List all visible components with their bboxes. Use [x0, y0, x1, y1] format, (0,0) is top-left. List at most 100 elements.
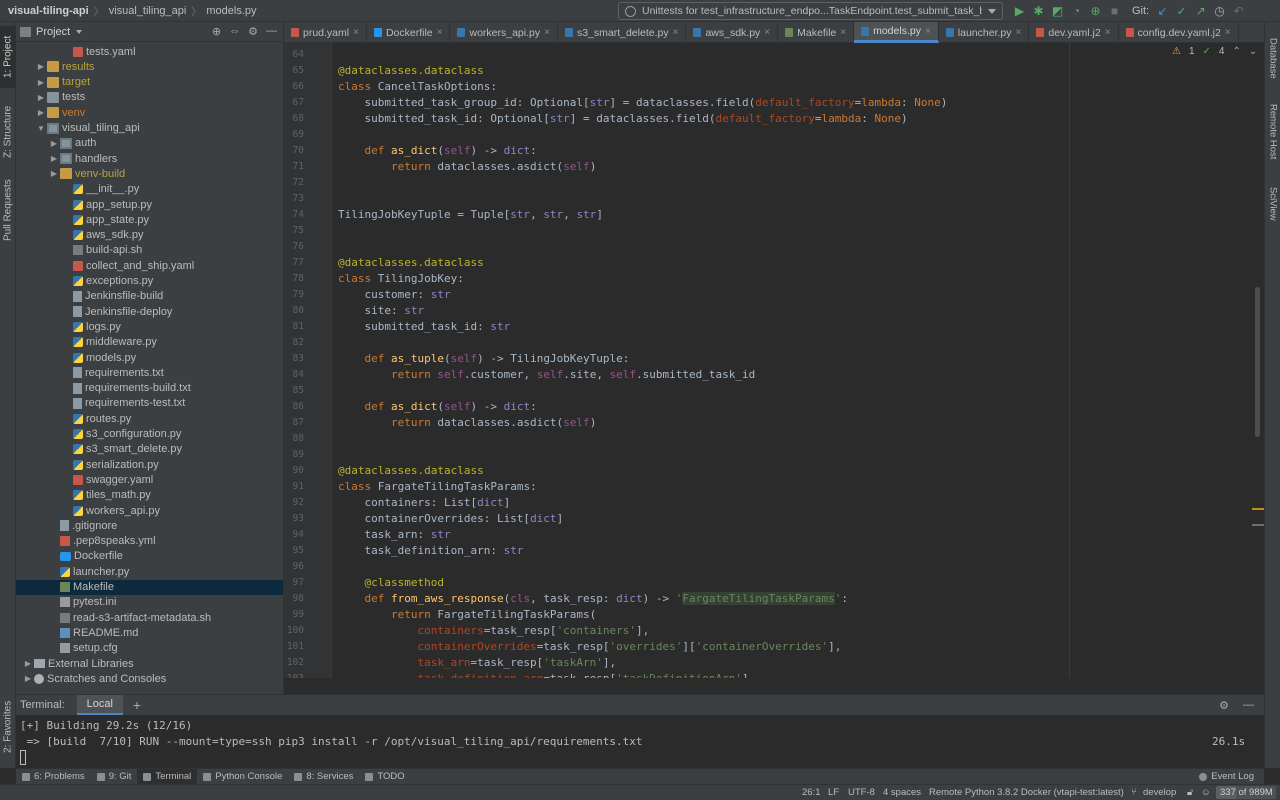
tree-file-row[interactable]: Jenkinsfile-deploy	[16, 304, 283, 319]
code-editor[interactable]: 64 65 66 67 68 69 70 71 72 73 74 75 76 77 78 79 80 81 82 83…	[284, 43, 1264, 678]
breadcrumb-project[interactable]: visual-tiling-api	[8, 5, 89, 17]
code-line[interactable]: task_arn=task_resp['taskArn'],	[338, 655, 616, 671]
tree-folder-row[interactable]: ▶ Scratches and Consoles	[16, 671, 283, 686]
tree-file-row[interactable]: read-s3-artifact-metadata.sh	[16, 610, 283, 625]
code-line[interactable]: class TilingJobKey:	[338, 271, 464, 287]
tree-file-row[interactable]: requirements.txt	[16, 365, 283, 380]
tree-file-row[interactable]: s3_configuration.py	[16, 427, 283, 442]
editor-tab[interactable]: launcher.py ×	[939, 22, 1030, 43]
code-line[interactable]: containers=task_resp['containers'],	[338, 623, 649, 639]
close-icon[interactable]: ×	[1016, 27, 1022, 38]
chevron-right-icon[interactable]: ▶	[35, 108, 47, 117]
terminal-cursor[interactable]	[20, 750, 26, 765]
code-line[interactable]: customer: str	[338, 287, 450, 303]
code-line[interactable]: task_arn: str	[338, 527, 450, 543]
code-line[interactable]: return FargateTilingTaskParams(	[338, 607, 596, 623]
close-icon[interactable]: ×	[764, 27, 770, 38]
tree-file-row[interactable]: s3_smart_delete.py	[16, 442, 283, 457]
tree-folder-row[interactable]: ▶ auth	[16, 136, 283, 151]
pull-requests-tool-tab[interactable]: Pull Requests	[0, 174, 16, 246]
tree-file-row[interactable]: README.md	[16, 625, 283, 640]
tree-file-row[interactable]: Dockerfile	[16, 549, 283, 564]
code-line[interactable]: class FargateTilingTaskParams:	[338, 479, 537, 495]
structure-tool-tab[interactable]: Z: Structure	[0, 94, 16, 170]
project-tool-tab[interactable]: 1: Project	[0, 26, 16, 88]
run-configuration-select[interactable]: Unittests for test_infrastructure_endpo.…	[618, 2, 1003, 20]
tree-file-row[interactable]: logs.py	[16, 319, 283, 334]
terminal-tab-local[interactable]: Local	[76, 695, 123, 715]
tree-file-row[interactable]: tests.yaml	[16, 44, 283, 59]
chevron-up-icon[interactable]: ⌃	[1232, 46, 1240, 57]
git-commit-icon[interactable]: ✓	[1172, 0, 1191, 22]
collapse-all-icon[interactable]: ⇔	[229, 25, 240, 38]
chevron-right-icon[interactable]: ▶	[48, 169, 60, 178]
tool-window-tab[interactable]: 8: Services	[288, 769, 359, 785]
tree-folder-row[interactable]: ▶ tests	[16, 90, 283, 105]
chevron-right-icon[interactable]: ▶	[48, 139, 60, 148]
tree-file-row[interactable]: launcher.py	[16, 564, 283, 579]
code-line[interactable]: def as_dict(self) -> dict:	[338, 143, 536, 159]
tree-file-row[interactable]: app_state.py	[16, 212, 283, 227]
event-log-button[interactable]: Event Log	[1199, 771, 1264, 782]
rollback-icon[interactable]: ↶	[1229, 0, 1248, 22]
code-line[interactable]: submitted_task_id: str	[338, 319, 510, 335]
hide-icon[interactable]: —	[1243, 699, 1254, 712]
favorites-tool-tab[interactable]: 2: Favorites	[0, 694, 16, 760]
tree-file-row[interactable]: models.py	[16, 350, 283, 365]
warning-marker[interactable]	[1252, 508, 1264, 510]
breadcrumb-folder[interactable]: visual_tiling_api	[109, 5, 187, 17]
tree-file-row[interactable]: Makefile	[16, 579, 283, 595]
tree-file-row[interactable]: tiles_math.py	[16, 488, 283, 503]
chevron-right-icon[interactable]: ▶	[35, 62, 47, 71]
new-terminal-button[interactable]: +	[133, 697, 141, 713]
run-icon[interactable]: ▶	[1010, 0, 1029, 22]
tree-file-row[interactable]: setup.cfg	[16, 641, 283, 656]
editor-tab[interactable]: s3_smart_delete.py ×	[558, 22, 687, 43]
tree-file-row[interactable]: workers_api.py	[16, 503, 283, 518]
git-branch[interactable]: develop	[1143, 787, 1176, 798]
tree-file-row[interactable]: routes.py	[16, 411, 283, 426]
debug-icon[interactable]: ✱	[1029, 0, 1048, 22]
tree-file-row[interactable]: .pep8speaks.yml	[16, 534, 283, 549]
close-icon[interactable]: ×	[673, 27, 679, 38]
code-line[interactable]: return dataclasses.asdict(self)	[338, 159, 596, 175]
tree-folder-row[interactable]: ▶ venv-build	[16, 166, 283, 181]
chevron-down-icon[interactable]: ▼	[35, 124, 47, 133]
tool-window-tab[interactable]: TODO	[359, 769, 410, 785]
tree-file-row[interactable]: __init__.py	[16, 182, 283, 197]
tree-folder-row[interactable]: ▶ handlers	[16, 151, 283, 166]
python-interpreter[interactable]: Remote Python 3.8.2 Docker (vtapi-test:l…	[929, 787, 1124, 798]
inspection-widget[interactable]: ⚠ 1 ✓ 4 ⌃ ⌄	[1172, 46, 1257, 57]
chevron-right-icon[interactable]: ▶	[35, 78, 47, 87]
tree-file-row[interactable]: build-api.sh	[16, 243, 283, 258]
file-encoding[interactable]: UTF-8	[848, 787, 875, 798]
tree-folder-row[interactable]: ▶ results	[16, 59, 283, 74]
editor-tab[interactable]: workers_api.py ×	[450, 22, 558, 43]
lock-icon[interactable]: 🔓︎	[1187, 787, 1193, 798]
close-icon[interactable]: ×	[840, 27, 846, 38]
sciview-tool-tab[interactable]: SciView	[1265, 178, 1280, 230]
tree-file-row[interactable]: requirements-build.txt	[16, 381, 283, 396]
code-line[interactable]: def from_aws_response(cls, task_resp: di…	[338, 591, 848, 607]
tree-folder-row[interactable]: ▶ venv	[16, 105, 283, 120]
database-tool-tab[interactable]: Database	[1265, 30, 1280, 86]
tree-file-row[interactable]: exceptions.py	[16, 274, 283, 289]
tool-window-tab[interactable]: Terminal	[137, 768, 198, 785]
tree-file-row[interactable]: pytest.ini	[16, 595, 283, 610]
tree-file-row[interactable]: swagger.yaml	[16, 472, 283, 487]
close-icon[interactable]: ×	[1225, 27, 1231, 38]
hide-icon[interactable]: —	[266, 25, 277, 38]
gear-icon[interactable]: ⚙	[248, 25, 258, 38]
tree-folder-row[interactable]: ▼ visual_tiling_api	[16, 121, 283, 136]
tree-file-row[interactable]: app_setup.py	[16, 197, 283, 212]
chevron-right-icon[interactable]: ▶	[22, 674, 34, 683]
tree-folder-row[interactable]: ▶ target	[16, 75, 283, 90]
tree-file-row[interactable]: serialization.py	[16, 457, 283, 472]
editor-tab[interactable]: dev.yaml.j2 ×	[1029, 22, 1119, 43]
remote-host-tool-tab[interactable]: Remote Host	[1265, 96, 1280, 168]
chevron-down-icon[interactable]	[76, 29, 83, 34]
gear-icon[interactable]: ⚙	[1219, 699, 1229, 712]
editor-tab[interactable]: models.py ×	[854, 22, 939, 43]
code-line[interactable]: task_definition_arn: str	[338, 543, 523, 559]
code-line[interactable]: @classmethod	[338, 575, 443, 591]
